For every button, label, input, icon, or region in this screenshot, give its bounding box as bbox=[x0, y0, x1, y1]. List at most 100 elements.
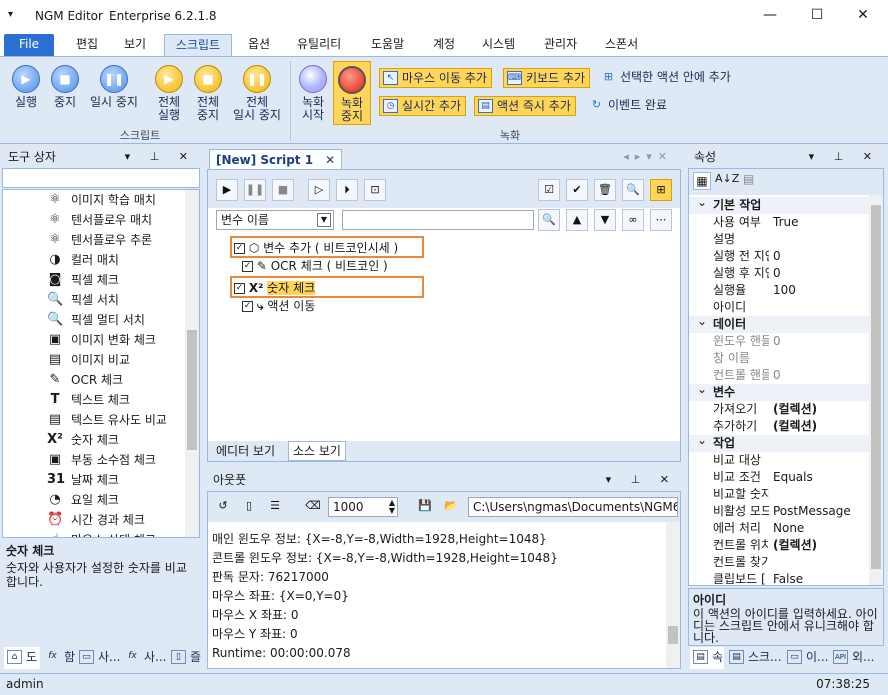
property-value[interactable]: True bbox=[773, 214, 799, 231]
checkbox[interactable]: ✓ bbox=[234, 243, 245, 254]
editor-step-into-button[interactable]: ⏵ bbox=[336, 179, 358, 201]
maximize-button[interactable]: ☐ bbox=[794, 0, 840, 32]
run-all-button[interactable]: ▶ 전체 실행 bbox=[150, 65, 188, 122]
tab-editor-view[interactable]: 에디터 보기 bbox=[210, 441, 281, 461]
add-action-now-button[interactable]: ▤ 액션 즉시 추가 bbox=[474, 96, 576, 116]
menu-script[interactable]: 스크립트 bbox=[164, 34, 232, 56]
property-value[interactable]: PostMessage bbox=[773, 503, 851, 520]
property-row[interactable]: 윈도우 핸들 0 bbox=[689, 333, 871, 350]
move-up-button[interactable]: ▲ bbox=[566, 209, 588, 231]
eraser-icon[interactable]: ⌫ bbox=[302, 496, 324, 518]
editor-pause-button[interactable]: ❚❚ bbox=[244, 179, 266, 201]
clear-log-icon[interactable]: ↺ bbox=[212, 496, 234, 518]
check-toggle-button[interactable]: ✔ bbox=[566, 179, 588, 201]
checkbox[interactable]: ✓ bbox=[242, 261, 253, 272]
toolbox-item[interactable]: T 텍스트 체크 bbox=[3, 390, 199, 410]
property-row[interactable]: 창 이름 bbox=[689, 350, 871, 367]
spinner-icon[interactable]: ▲ ▼ bbox=[389, 499, 395, 515]
close-tab-icon[interactable]: ✕ bbox=[325, 153, 335, 167]
toolbox-item[interactable]: ⚛ 텐서플로우 추론 bbox=[3, 230, 199, 250]
property-row[interactable]: 비활성 모드 PostMessage bbox=[689, 503, 871, 520]
property-value[interactable]: 0 bbox=[773, 333, 781, 350]
toolbox-item[interactable]: 🔍 픽셀 멀티 서치 bbox=[3, 310, 199, 330]
editor-step-button[interactable]: ▷ bbox=[308, 179, 330, 201]
open-folder-icon[interactable]: 📂 bbox=[440, 496, 462, 518]
tab-images[interactable]: ▭ 이... bbox=[784, 647, 828, 669]
property-value[interactable]: False bbox=[773, 571, 803, 585]
properties-scrollbar[interactable] bbox=[869, 195, 883, 585]
property-category[interactable]: 데이터 bbox=[689, 313, 871, 333]
panel-pin-icons[interactable]: ▾ ⊥ ✕ bbox=[809, 147, 880, 167]
checkbox[interactable]: ✓ bbox=[242, 301, 253, 312]
menu-sponsor[interactable]: 스폰서 bbox=[603, 34, 640, 56]
toolbox-item[interactable]: ☝ 마우스 상태 체크 bbox=[3, 530, 199, 537]
tree-node[interactable]: ✓ ⬡ 변수 추가 ( 비트코인시세 ) bbox=[230, 236, 424, 258]
property-category[interactable]: 변수 bbox=[689, 381, 871, 401]
move-down-button[interactable]: ▼ bbox=[594, 209, 616, 231]
find-button[interactable]: 🔍 bbox=[622, 179, 644, 201]
stop-button[interactable]: ■ 중지 bbox=[47, 65, 83, 109]
property-row[interactable]: 아이디 bbox=[689, 299, 871, 316]
add-mouse-move-button[interactable]: ↖ 마우스 이동 추가 bbox=[379, 68, 492, 88]
property-row[interactable]: 비교 조건 Equals bbox=[689, 469, 871, 486]
property-value[interactable]: 0 bbox=[773, 367, 781, 384]
menu-account[interactable]: 계정 bbox=[431, 34, 457, 56]
run-button[interactable]: ▶ 실행 bbox=[8, 65, 44, 109]
toolbox-item[interactable]: ◔ 요일 체크 bbox=[3, 490, 199, 510]
menu-utility[interactable]: 유틸리티 bbox=[295, 34, 343, 56]
toolbox-item[interactable]: ✎ OCR 체크 bbox=[3, 370, 199, 390]
property-value[interactable]: 0 bbox=[773, 248, 781, 265]
record-start-button[interactable]: 녹화 시작 bbox=[297, 65, 329, 122]
property-row[interactable]: 컨트롤 위치 (컬렉션) bbox=[689, 537, 871, 554]
system-menu-icon[interactable]: ▾ bbox=[8, 9, 13, 20]
tree-view-button[interactable]: ⊞ bbox=[650, 179, 672, 201]
variable-search-input[interactable] bbox=[342, 210, 534, 230]
tab-user2[interactable]: fx 사... bbox=[122, 647, 166, 669]
output-scrollbar[interactable] bbox=[666, 522, 680, 668]
toolbox-item[interactable]: X² 숫자 체크 bbox=[3, 430, 199, 450]
property-row[interactable]: 클립보드 [False bbox=[689, 571, 871, 585]
save-icon[interactable]: 💾 bbox=[414, 496, 436, 518]
tab-script-1[interactable]: [New] Script 1 ✕ bbox=[209, 149, 343, 171]
property-category[interactable]: 기본 작업 bbox=[689, 194, 871, 214]
pause-button[interactable]: ❚❚ 일시 중지 bbox=[86, 65, 142, 109]
toolbox-item[interactable]: ⚛ 텐서플로우 매치 bbox=[3, 210, 199, 230]
property-row[interactable]: 설명 bbox=[689, 231, 871, 248]
log-path-input[interactable]: C:\Users\ngmas\Documents\NGM6\ bbox=[468, 497, 678, 517]
menu-help[interactable]: 도움말 bbox=[369, 34, 406, 56]
toolbox-item[interactable]: ⚛ 이미지 학습 매치 bbox=[3, 190, 199, 210]
property-row[interactable]: 가져오기 (컬렉션) bbox=[689, 401, 871, 418]
property-row[interactable]: 사용 여부 True bbox=[689, 214, 871, 231]
close-button[interactable]: ✕ bbox=[840, 0, 886, 32]
pause-all-button[interactable]: ❚❚ 전체 일시 중지 bbox=[228, 65, 286, 122]
toolbox-item[interactable]: ▣ 부동 소수점 체크 bbox=[3, 450, 199, 470]
tab-toolbox[interactable]: ⌂ 도 bbox=[4, 647, 40, 669]
property-value[interactable]: (컬렉션) bbox=[773, 401, 817, 418]
add-realtime-button[interactable]: ◷ 실시간 추가 bbox=[379, 96, 467, 116]
property-row[interactable]: 비교 대상 bbox=[689, 452, 871, 469]
record-stop-button[interactable]: 녹화 중지 bbox=[333, 61, 371, 125]
property-row[interactable]: 컨트롤 핸들 0 bbox=[689, 367, 871, 384]
menu-file[interactable]: File bbox=[4, 34, 54, 56]
event-complete-button[interactable]: ↻ 이벤트 완료 bbox=[586, 96, 667, 116]
menu-edit[interactable]: 편집 bbox=[74, 34, 100, 56]
property-row[interactable]: 추가하기 (컬렉션) bbox=[689, 418, 871, 435]
toolbox-item[interactable]: ▤ 텍스트 유사도 비교 bbox=[3, 410, 199, 430]
tab-source-view[interactable]: 소스 보기 bbox=[288, 441, 346, 461]
property-row[interactable]: 에러 처리 None bbox=[689, 520, 871, 537]
tab-script-list[interactable]: ▤ 스크... bbox=[726, 647, 782, 669]
toolbox-item[interactable]: ▤ 이미지 비교 bbox=[3, 350, 199, 370]
check-all-button[interactable]: ☑ bbox=[538, 179, 560, 201]
categorized-icon[interactable]: ▦ bbox=[693, 172, 711, 190]
toolbox-scrollbar[interactable] bbox=[185, 190, 199, 537]
tab-functions[interactable]: fx 함 bbox=[42, 647, 76, 669]
toolbox-item[interactable]: 🔍 픽셀 서치 bbox=[3, 290, 199, 310]
tab-user1[interactable]: ▭ 사... bbox=[76, 647, 120, 669]
property-pages-icon[interactable]: ▤ bbox=[743, 172, 754, 186]
property-row[interactable]: 비교할 숫자 bbox=[689, 486, 871, 503]
sort-az-icon[interactable]: A↓Z bbox=[715, 172, 739, 185]
loop-icon[interactable]: ∞ bbox=[622, 209, 644, 231]
search-icon[interactable]: 🔍 bbox=[538, 209, 560, 231]
tab-nav-icons[interactable]: ◂▸▾✕ bbox=[623, 150, 673, 163]
property-value[interactable]: 0 bbox=[773, 265, 781, 282]
